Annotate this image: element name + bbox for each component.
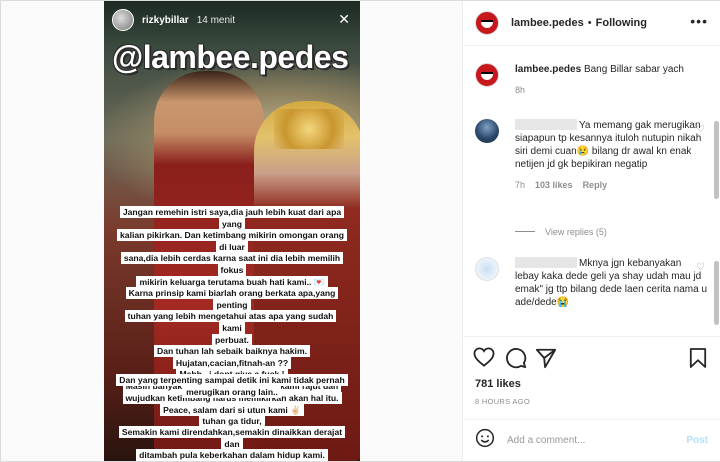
story-header: rizkybillar 14 menit ✕ — [104, 1, 360, 39]
comment-username[interactable]: lambee.pedes — [515, 64, 581, 75]
action-bar — [463, 336, 720, 376]
caption-line: Hujatan,cacian,fitnah-an ?? — [172, 356, 292, 369]
redacted-username — [515, 119, 577, 130]
following-button[interactable]: Following — [596, 17, 647, 29]
story-username: rizkybillar — [142, 14, 189, 26]
caption-line: Dan yang terpenting sampai detik ini kam… — [116, 374, 348, 386]
caption-line: Peace, salam dari si utun kami ✌🏻 — [160, 404, 304, 416]
account-avatar[interactable] — [475, 11, 499, 35]
story-caption-block-3: Peace, salam dari si utun kami ✌🏻 — [116, 404, 348, 417]
post-sidebar: lambee.pedes • Following ••• lambee.pede… — [463, 1, 720, 461]
comment-avatar[interactable] — [475, 257, 499, 281]
comment-icon[interactable] — [505, 347, 527, 374]
comment-meta: 7h 103 likes Reply — [515, 179, 707, 192]
caption-comment: lambee.pedes Bang Billar sabar yach 8h — [475, 63, 707, 97]
comment-avatar[interactable] — [475, 63, 499, 87]
emoji-icon[interactable] — [475, 428, 495, 453]
caption-line: perbuat. — [212, 333, 252, 346]
caption-line: ditambah pula keberkahan dalam hidup kam… — [136, 449, 328, 461]
caption-line: mikirin keluarga terutama buah hati kami… — [136, 275, 328, 288]
comments-list: lambee.pedes Bang Billar sabar yach 8h Y… — [463, 51, 720, 336]
comment-like-icon[interactable]: ♡ — [696, 123, 705, 136]
watermark: @lambee.pedes — [112, 39, 349, 75]
post-header: lambee.pedes • Following ••• — [463, 1, 720, 46]
scrollbar-thumb[interactable] — [714, 261, 719, 325]
post-modal: rizkybillar 14 menit ✕ @lambee.pedes Jan… — [0, 0, 720, 462]
caption-line: merugikan orang lain.. — [183, 385, 281, 398]
post-timestamp[interactable]: 8 HOURS AGO — [475, 397, 530, 406]
caption-line: Semakin kami direndahkan,semakin dinaikk… — [118, 426, 346, 450]
add-comment-bar: Add a comment... Post — [463, 419, 720, 461]
story-screenshot: rizkybillar 14 menit ✕ @lambee.pedes Jan… — [104, 1, 360, 461]
story-caption-block-1: Jangan remehin istri saya,dia jauh lebih… — [116, 206, 348, 461]
comment-item: Ya memang gak merugikan siapapun tp kesa… — [475, 119, 707, 192]
share-icon[interactable] — [535, 347, 557, 374]
separator-dot: • — [587, 17, 592, 29]
caption-line: tuhan yang lebih mengetahui atas apa yan… — [124, 310, 337, 334]
likes-count[interactable]: 781 likes — [475, 378, 521, 390]
view-replies-button[interactable]: View replies (5) — [545, 227, 607, 237]
scrollbar-thumb[interactable] — [714, 121, 719, 199]
comment-likes[interactable]: 103 likes — [535, 180, 573, 190]
more-options-icon[interactable]: ••• — [690, 13, 708, 29]
close-icon: ✕ — [338, 11, 350, 27]
bookmark-icon[interactable] — [689, 347, 707, 374]
caption-line: sana,dia lebih cerdas karna saat ini dia… — [120, 252, 344, 276]
comment-meta: 8h — [515, 84, 707, 97]
comment-time[interactable]: 7h — [515, 180, 525, 190]
story-caption-block-2: Dan yang terpenting sampai detik ini kam… — [116, 374, 348, 398]
comment-avatar[interactable] — [475, 119, 499, 143]
caption-line: Jangan remehin istri saya,dia jauh lebih… — [119, 206, 345, 230]
add-comment-input[interactable]: Add a comment... — [507, 435, 585, 446]
post-media: rizkybillar 14 menit ✕ @lambee.pedes Jan… — [1, 1, 463, 461]
account-name[interactable]: lambee.pedes — [511, 17, 584, 29]
caption-line: Karna prinsip kami biarlah orang berkata… — [125, 287, 339, 311]
comment-item: Mknya jgn kebanyakan lebay kaka dede gel… — [475, 257, 707, 309]
comment-time[interactable]: 8h — [515, 85, 525, 95]
heart-icon[interactable] — [473, 347, 495, 372]
caption-line: Dan tuhan lah sebaik baiknya hakim. — [154, 345, 310, 358]
post-comment-button[interactable]: Post — [686, 435, 708, 446]
bride-crown — [274, 109, 344, 149]
reply-button[interactable]: Reply — [583, 180, 608, 190]
comment-like-icon[interactable]: ♡ — [696, 261, 705, 274]
comment-text: Bang Billar sabar yach — [583, 64, 684, 75]
story-time: 14 menit — [196, 14, 236, 26]
story-avatar — [112, 9, 134, 31]
caption-line: kalian pikirkan. Dan ketimbang mikirin o… — [117, 229, 347, 253]
redacted-username — [515, 257, 577, 268]
